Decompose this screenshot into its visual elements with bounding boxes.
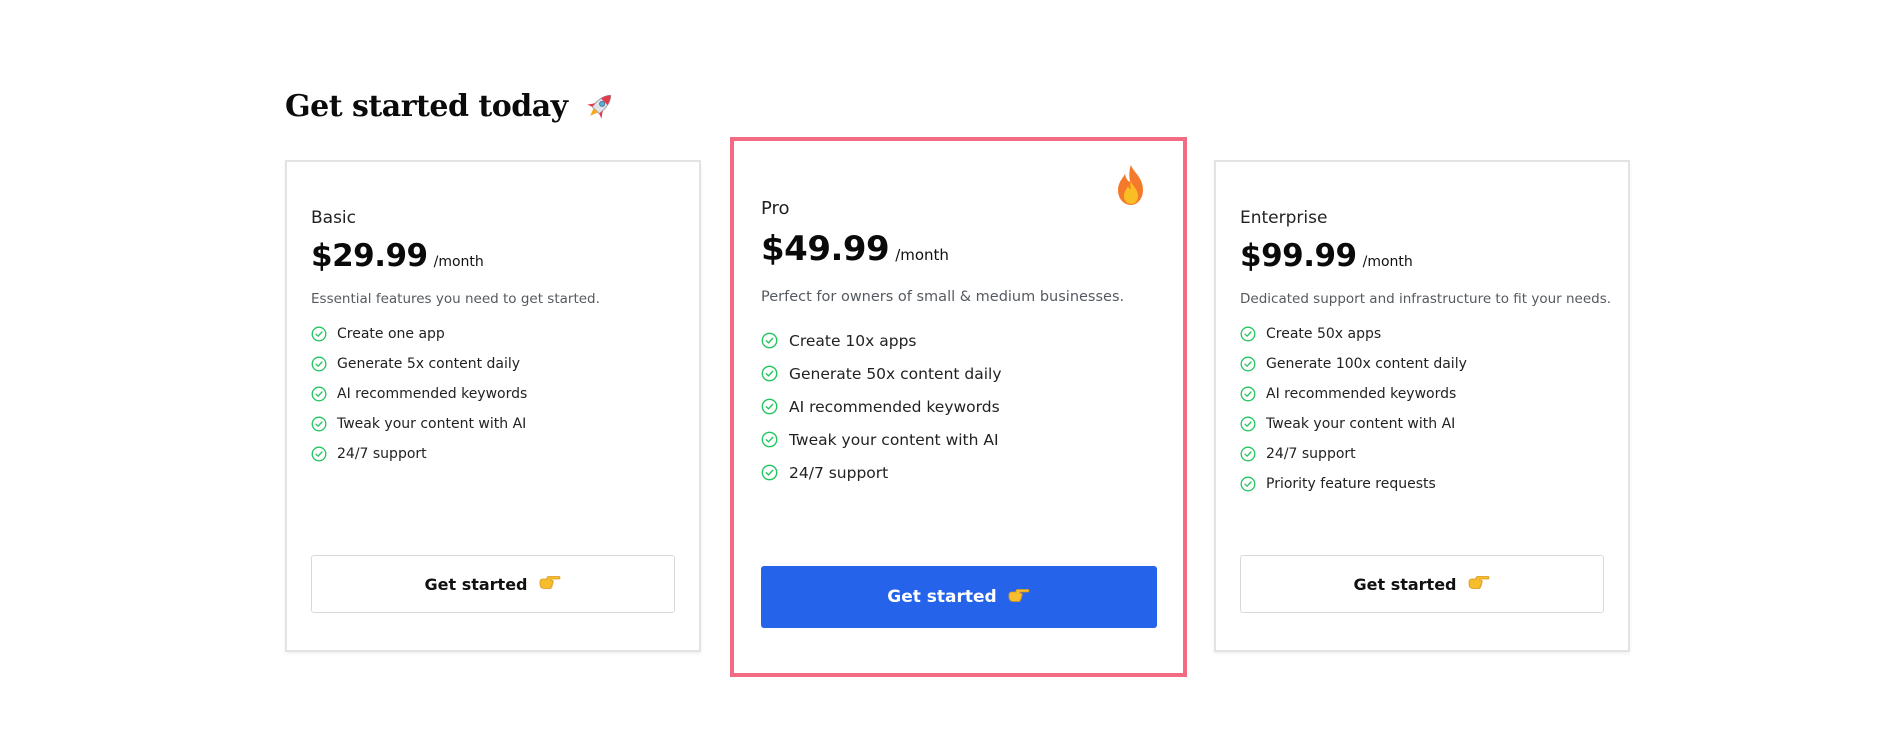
plan-card-enterprise: Enterprise $99.99 /month Dedicated suppo…: [1214, 160, 1630, 652]
feature-item: 24/7 support: [1240, 439, 1467, 469]
price-row: $49.99 /month: [761, 229, 949, 269]
fire-icon: [1113, 163, 1149, 207]
feature-item: Generate 100x content daily: [1240, 349, 1467, 379]
plan-description: Perfect for owners of small & medium bus…: [761, 289, 1125, 305]
price-row: $99.99 /month: [1240, 238, 1413, 274]
check-circle-icon: [761, 398, 778, 415]
plan-name: Enterprise: [1240, 208, 1328, 228]
check-circle-icon: [761, 365, 778, 382]
pricing-heading: Get started today: [285, 88, 618, 124]
plan-card-basic: Basic $29.99 /month Essential features y…: [285, 160, 701, 652]
feature-item: 24/7 support: [761, 456, 1002, 489]
feature-label: Priority feature requests: [1266, 476, 1436, 492]
price-period: /month: [895, 246, 949, 264]
check-circle-icon: [1240, 386, 1256, 402]
get-started-button-basic[interactable]: Get started: [311, 555, 675, 613]
feature-item: Tweak your content with AI: [311, 409, 527, 439]
pricing-page: Get started today Basic $29.99 /month Es…: [0, 0, 1896, 739]
feature-item: Create 10x apps: [761, 324, 1002, 357]
feature-label: 24/7 support: [789, 463, 889, 482]
feature-label: 24/7 support: [1266, 446, 1356, 462]
plan-name: Pro: [761, 198, 790, 219]
feature-list: Create 10x apps Generate 50x content dai…: [761, 324, 1002, 489]
plan-price: $29.99: [311, 238, 428, 274]
button-label: Get started: [1353, 574, 1457, 594]
rocket-icon: [582, 88, 618, 124]
feature-item: AI recommended keywords: [1240, 379, 1467, 409]
check-circle-icon: [311, 446, 327, 462]
feature-label: Tweak your content with AI: [337, 416, 527, 432]
check-circle-icon: [1240, 326, 1256, 342]
feature-label: AI recommended keywords: [337, 386, 528, 402]
check-circle-icon: [1240, 416, 1256, 432]
feature-item: Priority feature requests: [1240, 469, 1467, 499]
check-circle-icon: [1240, 446, 1256, 462]
feature-label: Tweak your content with AI: [789, 430, 999, 449]
plan-card-pro: Pro $49.99 /month Perfect for owners of …: [730, 137, 1187, 677]
plan-price: $99.99: [1240, 238, 1357, 274]
check-circle-icon: [311, 386, 327, 402]
check-circle-icon: [311, 356, 327, 372]
check-circle-icon: [311, 416, 327, 432]
feature-label: Generate 5x content daily: [337, 356, 521, 372]
feature-label: AI recommended keywords: [1266, 386, 1457, 402]
get-started-button-enterprise[interactable]: Get started: [1240, 555, 1604, 613]
feature-label: Tweak your content with AI: [1266, 416, 1456, 432]
pointing-hand-icon: [538, 573, 562, 595]
check-circle-icon: [761, 464, 778, 481]
pointing-hand-icon: [1007, 586, 1031, 608]
feature-item: Generate 5x content daily: [311, 349, 527, 379]
feature-label: Generate 50x content daily: [789, 364, 1002, 383]
button-label: Get started: [887, 587, 997, 607]
feature-item: 24/7 support: [311, 439, 527, 469]
feature-label: 24/7 support: [337, 446, 427, 462]
price-row: $29.99 /month: [311, 238, 484, 274]
price-period: /month: [1362, 254, 1413, 270]
check-circle-icon: [761, 332, 778, 349]
feature-label: AI recommended keywords: [789, 397, 1000, 416]
page-title: Get started today: [285, 88, 568, 124]
feature-item: Generate 50x content daily: [761, 357, 1002, 390]
feature-item: Create one app: [311, 319, 527, 349]
feature-item: Tweak your content with AI: [1240, 409, 1467, 439]
feature-list: Create 50x apps Generate 100x content da…: [1240, 319, 1467, 499]
feature-item: Create 50x apps: [1240, 319, 1467, 349]
plan-description: Essential features you need to get start…: [311, 291, 600, 307]
check-circle-icon: [1240, 476, 1256, 492]
check-circle-icon: [761, 431, 778, 448]
feature-label: Create one app: [337, 326, 445, 342]
pointing-hand-icon: [1467, 573, 1491, 595]
feature-list: Create one app Generate 5x content daily…: [311, 319, 527, 469]
check-circle-icon: [311, 326, 327, 342]
feature-label: Generate 100x content daily: [1266, 356, 1467, 372]
feature-label: Create 10x apps: [789, 331, 917, 350]
feature-item: Tweak your content with AI: [761, 423, 1002, 456]
feature-item: AI recommended keywords: [311, 379, 527, 409]
plan-name: Basic: [311, 208, 357, 228]
button-label: Get started: [424, 574, 528, 594]
get-started-button-pro[interactable]: Get started: [761, 566, 1157, 628]
plan-description: Dedicated support and infrastructure to …: [1240, 291, 1612, 307]
price-period: /month: [433, 254, 484, 270]
feature-item: AI recommended keywords: [761, 390, 1002, 423]
feature-label: Create 50x apps: [1266, 326, 1382, 342]
plan-price: $49.99: [761, 229, 890, 269]
check-circle-icon: [1240, 356, 1256, 372]
